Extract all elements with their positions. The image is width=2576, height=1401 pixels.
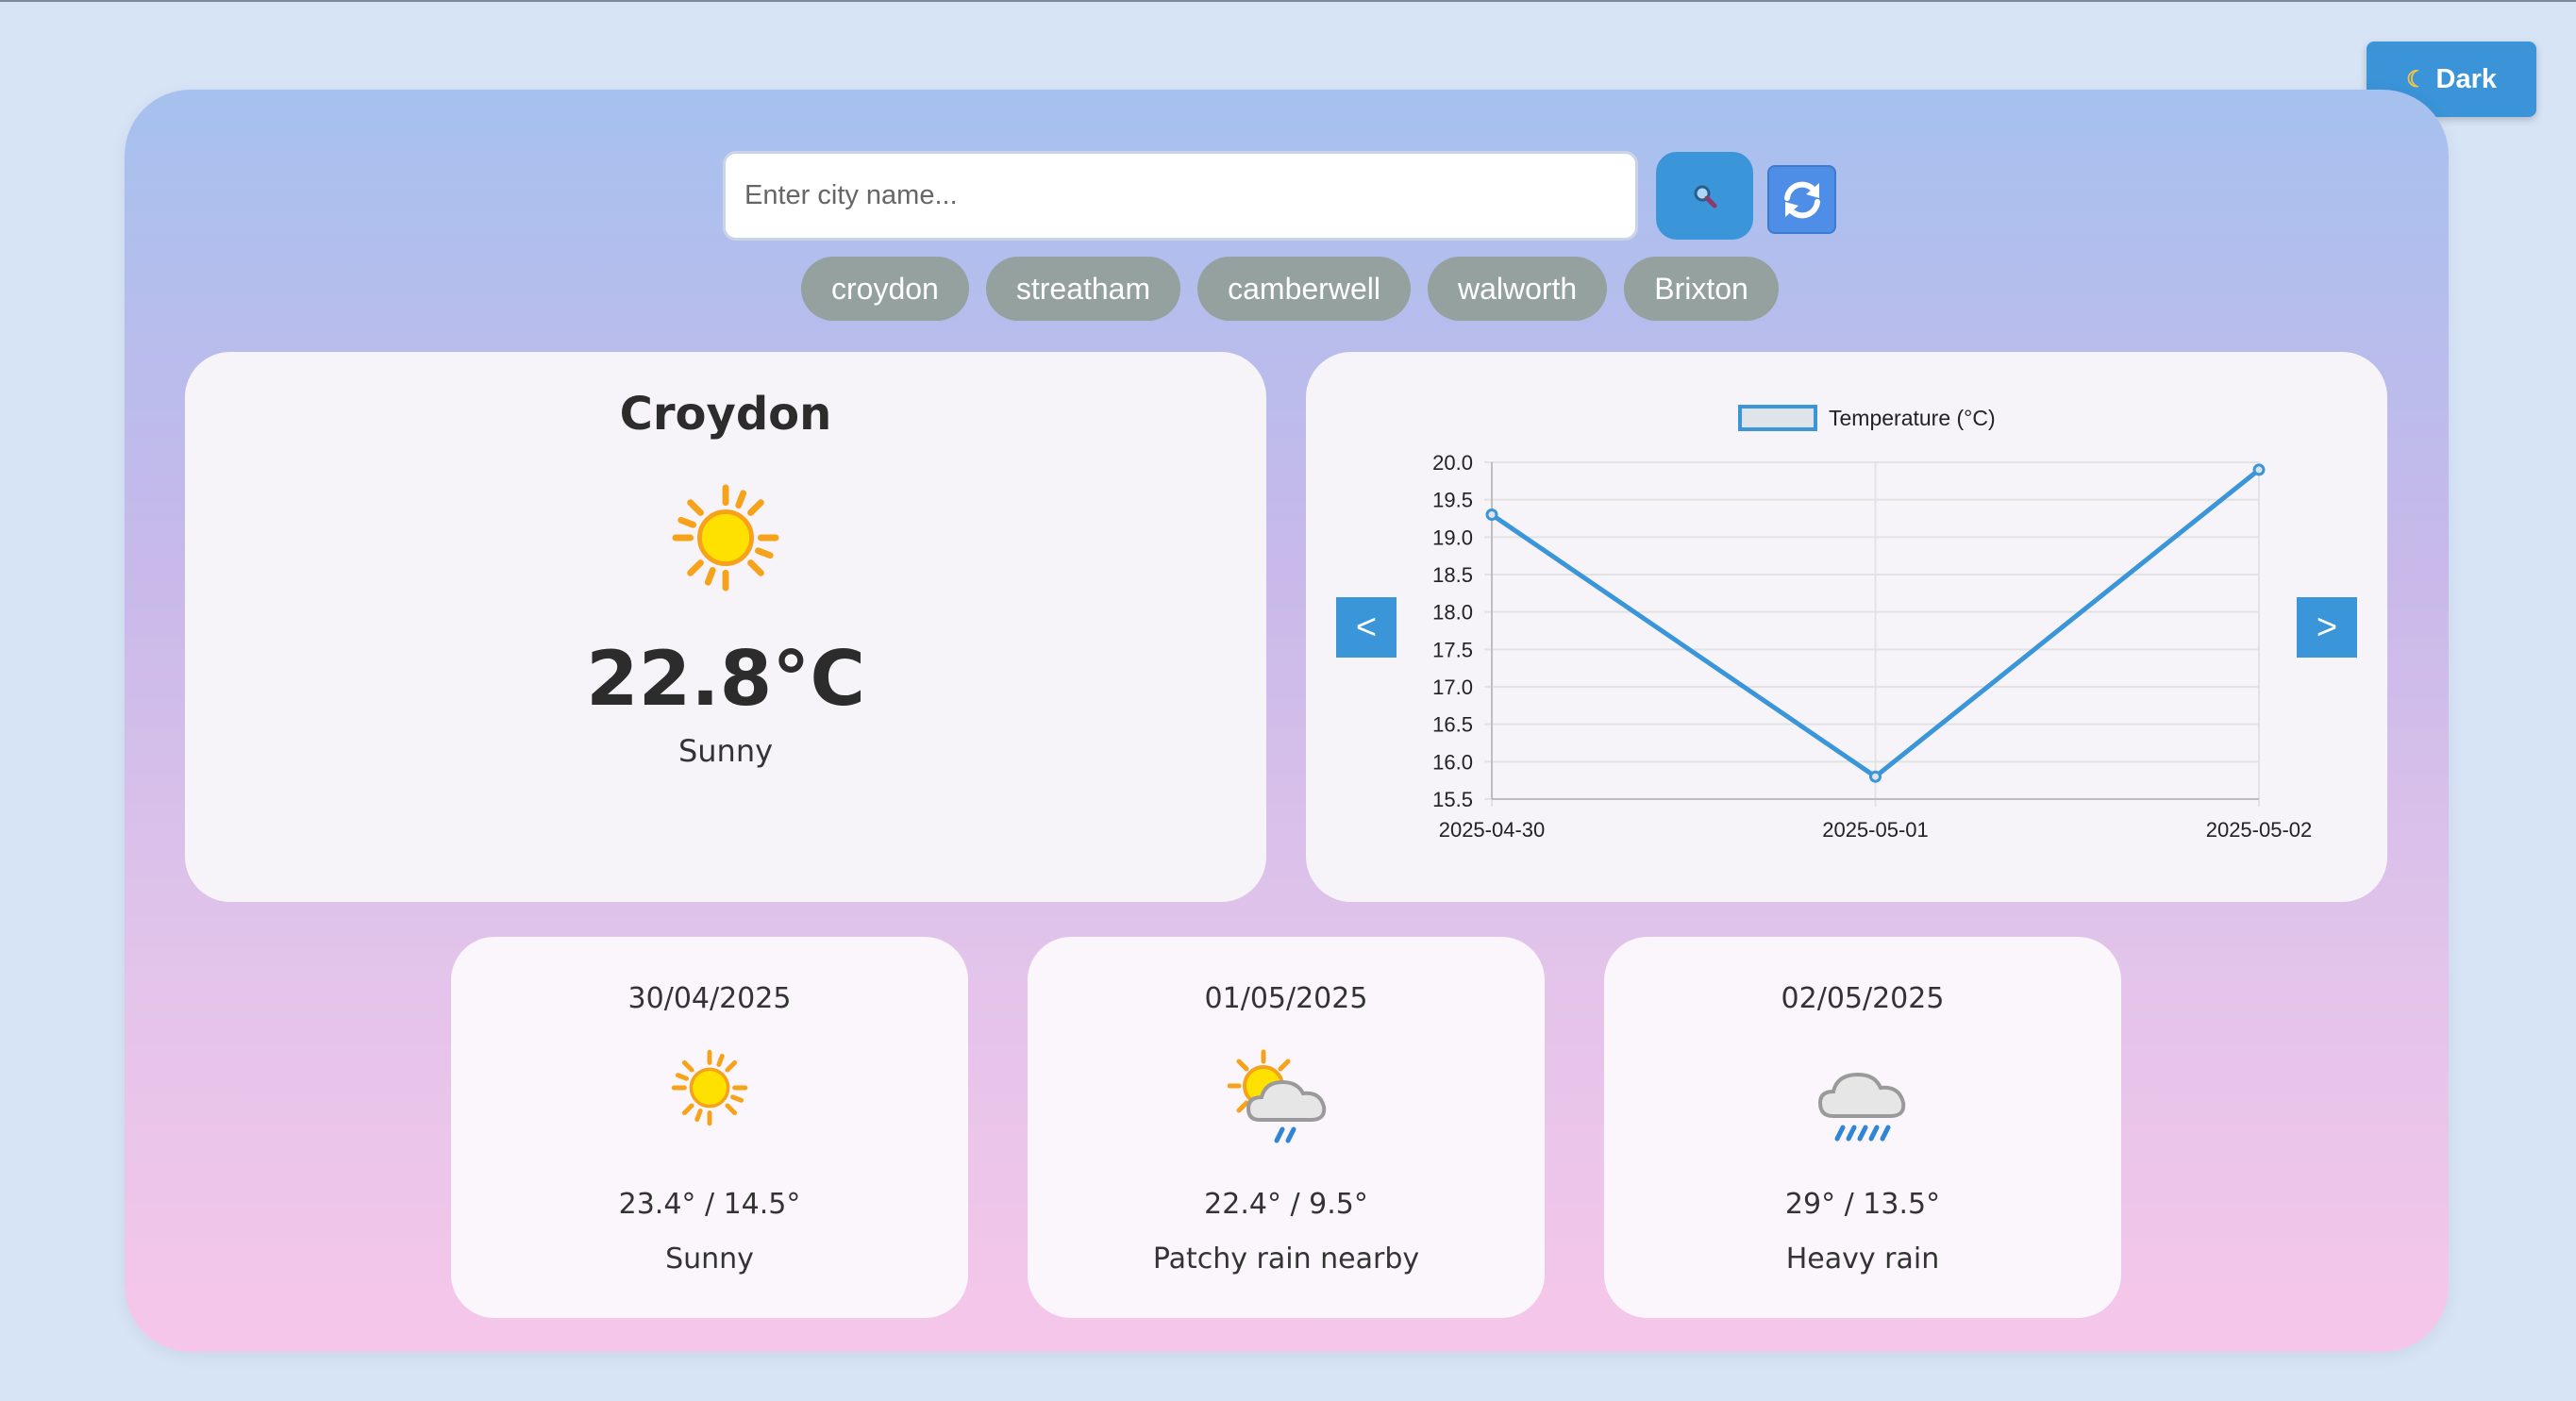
forecast-card: 30/04/2025 23.4° / 14.5° Sunny [451,937,968,1318]
legend-swatch [1738,405,1817,431]
forecast-temps: 22.4° / 9.5° [1204,1188,1368,1221]
forecast-condition: Sunny [665,1243,754,1276]
recent-cities: croydon streatham camberwell walworth Br… [801,257,1779,321]
sun-icon [672,484,779,592]
y-tick-label: 17.5 [1432,638,1473,661]
data-point [1485,509,1498,522]
forecast-card: 02/05/2025 29° / 13.5° Heavy rain [1604,937,2121,1318]
temperature-chart-card: 20.0 19.5 19.0 18.5 18.0 17.5 17.0 16.5 16.0 15.5… [1306,352,2387,902]
x-tick-label: 2025-04-30 [1439,818,1546,842]
sun-icon [671,1049,748,1126]
forecast-card: 01/05/2025 22.4° / 9.5° Patchy rain near… [1028,937,1545,1318]
chart-prev-button[interactable]: < [1336,597,1397,658]
city-chip-croydon[interactable]: croydon [801,257,969,321]
data-point [2252,463,2266,476]
city-chip-streatham[interactable]: streatham [985,257,1181,321]
refresh-icon [1783,181,1820,218]
forecast-condition: Patchy rain nearby [1152,1243,1420,1276]
forecast-temps: 29° / 13.5° [1784,1188,1941,1221]
data-point [1869,770,1882,783]
window-top-border [0,0,2576,2]
city-chip-walworth[interactable]: walworth [1427,257,1608,321]
city-name: Croydon [619,388,832,441]
legend-label: Temperature (°C) [1829,406,1996,430]
magnifier-icon [1694,185,1716,208]
city-chip-camberwell[interactable]: camberwell [1197,257,1411,321]
y-tick-label: 18.0 [1432,601,1473,625]
x-tick-label: 2025-05-01 [1822,818,1929,842]
y-tick-label: 20.0 [1432,451,1473,475]
y-tick-label: 18.5 [1432,563,1473,587]
refresh-button[interactable] [1767,165,1836,234]
temperature-line-chart: 20.0 19.5 19.0 18.5 18.0 17.5 17.0 16.5 16.0 15.5… [1432,405,2313,842]
city-search-input[interactable] [723,151,1638,241]
y-tick-label: 16.5 [1432,713,1473,737]
search-button[interactable] [1656,152,1753,240]
city-chip-brixton[interactable]: Brixton [1624,257,1779,321]
forecast-date: 01/05/2025 [1204,982,1368,1015]
cloud-heavy-rain-icon [1817,1072,1906,1142]
chart-next-button[interactable]: > [2297,597,2357,658]
forecast-date: 02/05/2025 [1781,982,1945,1015]
current-condition: Sunny [677,733,774,769]
current-weather-card: Croydon 22.8°C Sunny [185,352,1266,902]
x-tick-label: 2025-05-02 [2206,818,2313,842]
dark-mode-label: Dark [2435,63,2498,94]
moon-icon: ☾ [2405,66,2427,92]
current-temperature: 22.8°C [585,635,866,723]
y-tick-label: 19.5 [1432,489,1473,512]
forecast-date: 30/04/2025 [627,982,792,1015]
sun-cloud-rain-icon [1228,1049,1327,1143]
y-tick-label: 15.5 [1432,788,1473,811]
y-tick-label: 16.0 [1432,750,1473,774]
y-tick-label: 19.0 [1432,525,1473,549]
y-tick-label: 17.0 [1432,675,1473,699]
forecast-condition: Heavy rain [1785,1243,1940,1276]
forecast-temps: 23.4° / 14.5° [618,1188,801,1221]
